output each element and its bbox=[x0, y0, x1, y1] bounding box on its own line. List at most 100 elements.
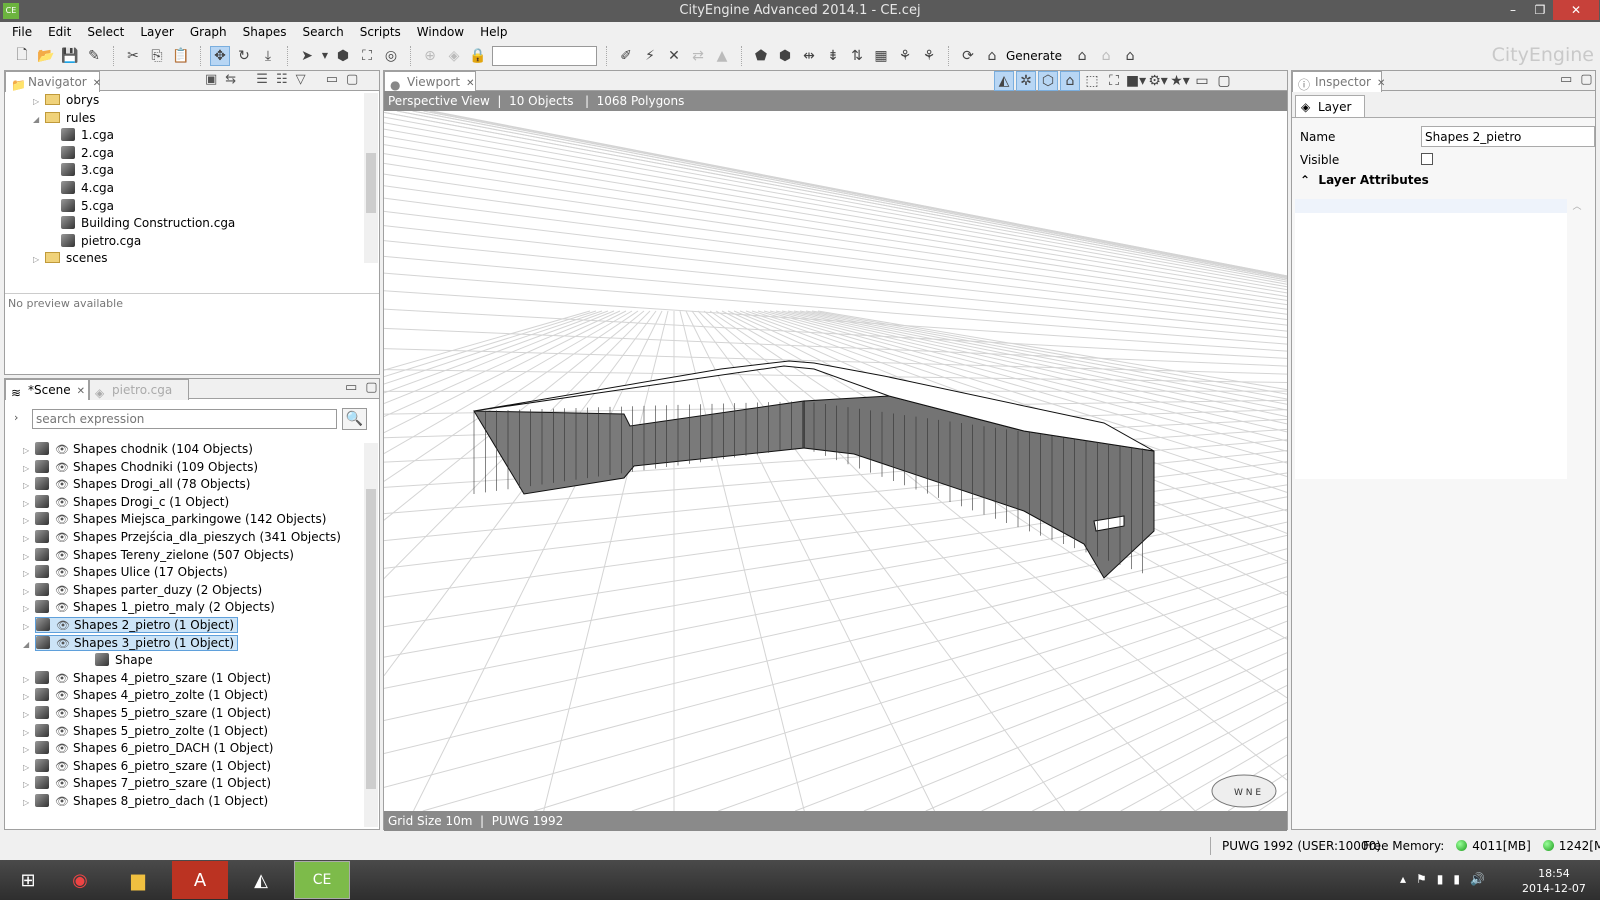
tab-navigator[interactable]: 📁 Navigator ✕ bbox=[5, 71, 101, 92]
eye-icon[interactable]: 👁 bbox=[55, 582, 69, 600]
edit-street-icon[interactable]: ✐ bbox=[616, 46, 636, 66]
add-street-icon[interactable]: ⚡ bbox=[640, 46, 660, 66]
visible-checkbox[interactable] bbox=[1421, 153, 1433, 165]
assign-rule-icon[interactable]: ⟳ bbox=[958, 46, 978, 66]
close-button[interactable]: ✕ bbox=[1553, 0, 1599, 20]
navigator-item[interactable]: 2.cga bbox=[61, 145, 114, 163]
checker-icon[interactable]: ▦ bbox=[871, 46, 891, 66]
move-tool-icon[interactable]: ✥ bbox=[210, 45, 230, 66]
navigator-item[interactable]: ▷ scenes bbox=[33, 250, 107, 268]
expand-icon[interactable]: ▷ bbox=[23, 618, 35, 636]
save-icon[interactable]: 💾 bbox=[60, 46, 80, 66]
layer-item[interactable]: ▷ 👁 Shapes 7_pietro_szare (1 Object) bbox=[23, 775, 271, 793]
eye-icon[interactable]: 👁 bbox=[55, 723, 69, 741]
eye-icon[interactable]: 👁 bbox=[55, 599, 69, 617]
expand-icon[interactable]: ▷ bbox=[23, 530, 35, 548]
expand-icon[interactable]: ▷ bbox=[23, 512, 35, 530]
menu-layer[interactable]: Layer bbox=[132, 22, 181, 42]
shape-icon-6[interactable]: ⚘ bbox=[895, 46, 915, 66]
eye-icon[interactable]: 👁 bbox=[55, 775, 69, 793]
minimize-icon[interactable]: ▭ bbox=[1192, 71, 1212, 91]
navigator-item[interactable]: pietro.cga bbox=[61, 233, 141, 251]
layer-item[interactable]: ▷ 👁 Shapes Ulice (17 Objects) bbox=[23, 564, 228, 582]
navigator-item[interactable]: 3.cga bbox=[61, 162, 114, 180]
orbit-icon[interactable]: ◎ bbox=[381, 46, 401, 66]
eye-icon[interactable]: 👁 bbox=[55, 564, 69, 582]
shape-icon-2[interactable]: ⬢ bbox=[775, 46, 795, 66]
eye-icon[interactable]: 👁 bbox=[55, 529, 69, 547]
copy-icon[interactable]: ⎘ bbox=[147, 46, 167, 66]
layer-item[interactable]: ▷ 👁 Shapes 4_pietro_szare (1 Object) bbox=[23, 670, 271, 688]
menu-file[interactable]: File bbox=[4, 22, 40, 42]
minimize-button[interactable]: – bbox=[1499, 0, 1527, 20]
shape-icon-5[interactable]: ⇅ bbox=[847, 46, 867, 66]
layer-item[interactable]: ▷ 👁 Shapes 6_pietro_DACH (1 Object) bbox=[23, 740, 273, 758]
open-folder-icon[interactable]: 📂 bbox=[36, 46, 56, 66]
attributes-scrollbar[interactable]: ︿ bbox=[1570, 199, 1584, 479]
expand-icon[interactable]: ▷ bbox=[23, 460, 35, 478]
menu-graph[interactable]: Graph bbox=[182, 22, 235, 42]
expand-icon[interactable]: ▷ bbox=[23, 724, 35, 742]
menu-help[interactable]: Help bbox=[472, 22, 515, 42]
menu-search[interactable]: Search bbox=[294, 22, 351, 42]
tab-scene[interactable]: ≋ *Scene ✕ bbox=[5, 379, 89, 400]
settings-icon[interactable]: ⚙▾ bbox=[1148, 71, 1168, 91]
layer-item[interactable]: ▷ 👁 Shapes Chodniki (109 Objects) bbox=[23, 459, 258, 477]
expand-icon[interactable]: ▷ bbox=[23, 671, 35, 689]
eye-icon[interactable]: 👁 bbox=[55, 494, 69, 512]
expand-icon[interactable]: ▷ bbox=[23, 688, 35, 706]
minimize-maximize-icons[interactable]: ▭▢ bbox=[1560, 72, 1600, 87]
globe-icon[interactable]: ⊕ bbox=[420, 46, 440, 66]
generate-icon[interactable]: ⌂ bbox=[982, 46, 1002, 66]
expand-icon[interactable]: ▷ bbox=[23, 741, 35, 759]
layer-item[interactable]: ▷ 👁 Shapes Tereny_zielone (507 Objects) bbox=[23, 547, 294, 565]
layer-item[interactable]: ▷ 👁 Shapes parter_duzy (2 Objects) bbox=[23, 582, 262, 600]
close-tab-icon[interactable]: ✕ bbox=[77, 386, 85, 397]
taskbar-inkscape[interactable]: ◭ bbox=[233, 861, 289, 899]
scene-scrollbar[interactable] bbox=[364, 443, 378, 827]
shape-item[interactable]: Shape bbox=[95, 652, 153, 670]
generate-plus-icon[interactable]: ⌂ bbox=[1072, 46, 1092, 66]
layer-item[interactable]: ▷ 👁 Shapes chodnik (104 Objects) bbox=[23, 441, 253, 459]
lock-icon[interactable]: 🔒 bbox=[468, 46, 488, 66]
taskbar-acrobat[interactable]: A bbox=[172, 861, 228, 899]
navigator-item[interactable]: 4.cga bbox=[61, 180, 114, 198]
eye-icon[interactable]: 👁 bbox=[56, 635, 70, 653]
layer-item[interactable]: ▷ 👁 Shapes Przejścia_dla_pieszych (341 Obj… bbox=[23, 529, 341, 547]
expand-icon[interactable]: ▷ bbox=[23, 600, 35, 618]
expand-icon[interactable]: ▷ bbox=[23, 794, 35, 812]
shape-icon-4[interactable]: ⇟ bbox=[823, 46, 843, 66]
regenerate-icon[interactable]: ⌂ bbox=[1096, 46, 1116, 66]
eye-icon[interactable]: 👁 bbox=[55, 547, 69, 565]
expand-icon[interactable]: ▷ bbox=[33, 251, 45, 269]
eye-icon[interactable]: 👁 bbox=[55, 740, 69, 758]
start-button[interactable]: ⊞ bbox=[0, 861, 56, 899]
close-tab-icon[interactable]: ✕ bbox=[1377, 78, 1385, 89]
terrain-toggle-icon[interactable]: ◭ bbox=[994, 71, 1014, 91]
menu-window[interactable]: Window bbox=[409, 22, 472, 42]
navigator-item[interactable]: Building Construction.cga bbox=[61, 215, 235, 233]
navigator-toolbar-icons[interactable]: ▣⇆ ☰☷▽ ▭▢ bbox=[205, 72, 366, 87]
generate-button[interactable]: Generate bbox=[1006, 49, 1062, 63]
navigator-item[interactable]: 5.cga bbox=[61, 198, 114, 216]
eye-icon[interactable]: 👁 bbox=[55, 705, 69, 723]
layer-item[interactable]: ◢ 👁 Shapes 3_pietro (1 Object) bbox=[23, 634, 239, 654]
collapse-icon[interactable]: ◢ bbox=[23, 636, 35, 654]
camera-icon[interactable]: ■▾ bbox=[1126, 71, 1146, 91]
expand-icon[interactable]: ▷ bbox=[23, 759, 35, 777]
paste-icon[interactable]: 📋 bbox=[171, 46, 191, 66]
clear-model-icon[interactable]: ⌂ bbox=[1120, 46, 1140, 66]
menu-shapes[interactable]: Shapes bbox=[235, 22, 295, 42]
rotate-tool-icon[interactable]: ↻ bbox=[234, 46, 254, 66]
clock[interactable]: 18:54 2014-12-07 bbox=[1522, 866, 1586, 896]
eye-icon[interactable]: 👁 bbox=[55, 687, 69, 705]
eye-icon[interactable]: 👁 bbox=[55, 793, 69, 811]
expand-icon[interactable]: ▷ bbox=[33, 93, 45, 111]
layer-item[interactable]: ▷ 👁 Shapes 4_pietro_zolte (1 Object) bbox=[23, 687, 268, 705]
cube-icon[interactable]: ◈ bbox=[444, 46, 464, 66]
frame-icon[interactable]: ⬢ bbox=[333, 46, 353, 66]
menu-select[interactable]: Select bbox=[79, 22, 132, 42]
eye-icon[interactable]: 👁 bbox=[55, 476, 69, 494]
star-icon[interactable]: ★▾ bbox=[1170, 71, 1190, 91]
search-input[interactable] bbox=[32, 409, 337, 429]
